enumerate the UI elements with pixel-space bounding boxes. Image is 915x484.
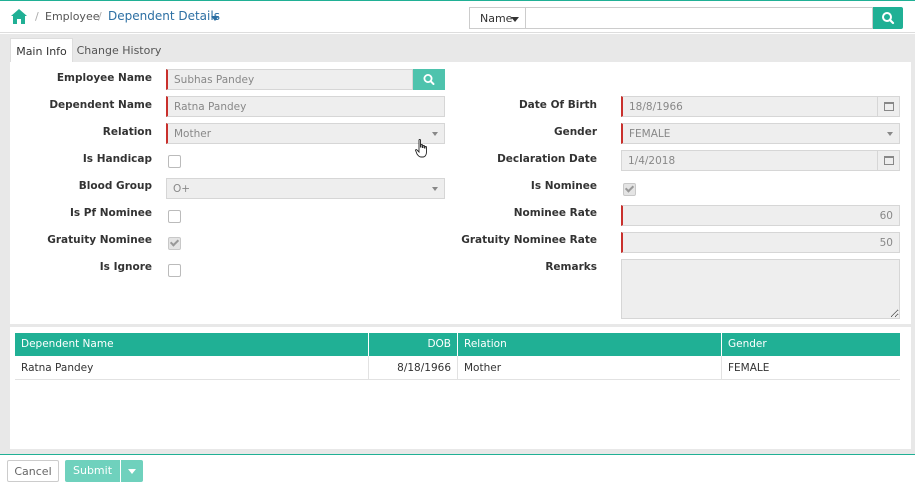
search-field-select[interactable]: Name <box>469 7 526 29</box>
chevron-down-icon <box>511 17 519 22</box>
submit-options-button[interactable] <box>121 460 143 482</box>
check-icon <box>624 183 635 193</box>
calendar-icon <box>884 102 894 111</box>
is-pf-nominee-checkbox[interactable] <box>168 210 181 223</box>
cancel-button[interactable]: Cancel <box>7 460 59 482</box>
dependents-grid: Dependent Name DOB Relation Gender Ratna… <box>10 327 911 449</box>
gratuity-nominee-label: Gratuity Nominee <box>47 234 152 246</box>
search-button[interactable] <box>873 7 903 29</box>
date-picker-button[interactable] <box>877 151 899 170</box>
search-icon <box>423 74 435 85</box>
blood-group-label: Blood Group <box>78 180 152 192</box>
column-header-relation[interactable]: Relation <box>458 333 722 356</box>
search-icon <box>882 12 895 25</box>
remarks-label: Remarks <box>545 261 597 273</box>
column-header-gender[interactable]: Gender <box>722 333 900 356</box>
is-ignore-label: Is Ignore <box>99 261 152 273</box>
column-header-dob[interactable]: DOB <box>369 333 458 356</box>
dependent-name-label: Dependent Name <box>49 99 152 111</box>
employee-name-label: Employee Name <box>56 72 152 84</box>
nominee-rate-field[interactable]: 60 <box>621 205 900 226</box>
nominee-rate-value: 60 <box>879 210 893 222</box>
cell-relation: Mother <box>458 356 722 380</box>
search-field-select-value: Name <box>480 12 513 25</box>
top-bar: / Employee / Dependent Details Name <box>0 0 915 33</box>
declaration-date-value: 1/4/2018 <box>628 155 676 167</box>
chevron-down-icon[interactable] <box>211 16 219 21</box>
table-row[interactable]: Ratna Pandey 8/18/1966 Mother FEMALE <box>15 356 900 380</box>
cell-dob: 8/18/1966 <box>369 356 458 380</box>
date-picker-button[interactable] <box>877 97 899 116</box>
dependent-name-value: Ratna Pandey <box>174 101 247 113</box>
gender-value: FEMALE <box>629 128 671 140</box>
nominee-rate-label: Nominee Rate <box>513 207 597 219</box>
remarks-textarea[interactable] <box>621 259 900 319</box>
breadcrumb-employee[interactable]: Employee <box>45 10 99 23</box>
is-nominee-label: Is Nominee <box>530 180 597 192</box>
date-of-birth-field[interactable]: 18/8/1966 <box>621 96 900 117</box>
cell-gender: FEMALE <box>728 362 770 374</box>
grid-header: Dependent Name DOB Relation Gender <box>15 333 900 356</box>
hand-cursor-icon <box>415 139 427 158</box>
gender-select[interactable]: FEMALE <box>621 123 900 144</box>
check-icon <box>169 237 180 247</box>
home-icon[interactable] <box>11 9 27 24</box>
employee-name-field[interactable]: Subhas Pandey <box>166 69 413 90</box>
relation-value: Mother <box>174 128 212 140</box>
date-of-birth-value: 18/8/1966 <box>629 101 683 113</box>
column-header-dependent-name[interactable]: Dependent Name <box>15 333 369 356</box>
calendar-icon <box>884 156 894 165</box>
chevron-down-icon <box>128 469 136 474</box>
gratuity-nominee-checkbox[interactable] <box>168 237 181 250</box>
submit-button[interactable]: Submit <box>65 460 120 482</box>
breadcrumb-separator: / <box>35 10 39 23</box>
gratuity-nominee-rate-field[interactable]: 50 <box>621 232 900 253</box>
footer-bar: Cancel Submit <box>0 454 915 484</box>
declaration-date-label: Declaration Date <box>497 153 597 165</box>
tab-main-info[interactable]: Main Info <box>10 38 73 63</box>
is-pf-nominee-label: Is Pf Nominee <box>70 207 152 219</box>
blood-group-value: O+ <box>173 183 191 195</box>
gratuity-nominee-rate-label: Gratuity Nominee Rate <box>461 234 597 246</box>
is-ignore-checkbox[interactable] <box>168 264 181 277</box>
is-handicap-label: Is Handicap <box>82 153 152 165</box>
employee-lookup-button[interactable] <box>413 69 445 90</box>
breadcrumb-current[interactable]: Dependent Details <box>108 9 220 23</box>
cell-dependent-name: Ratna Pandey <box>15 356 369 380</box>
employee-name-value: Subhas Pandey <box>174 74 255 86</box>
gratuity-nominee-rate-value: 50 <box>879 237 893 249</box>
chevron-down-icon <box>887 132 893 136</box>
main-info-form: Employee Name Subhas Pandey Dependent Na… <box>10 62 911 324</box>
relation-label: Relation <box>102 126 152 138</box>
date-of-birth-label: Date Of Birth <box>518 99 597 111</box>
is-nominee-checkbox[interactable] <box>623 183 636 196</box>
gender-label: Gender <box>553 126 597 138</box>
search-input[interactable] <box>526 7 873 29</box>
is-handicap-checkbox[interactable] <box>168 155 181 168</box>
breadcrumb-separator: / <box>98 10 102 23</box>
tab-change-history[interactable]: Change History <box>76 38 162 63</box>
declaration-date-field[interactable]: 1/4/2018 <box>621 150 900 171</box>
